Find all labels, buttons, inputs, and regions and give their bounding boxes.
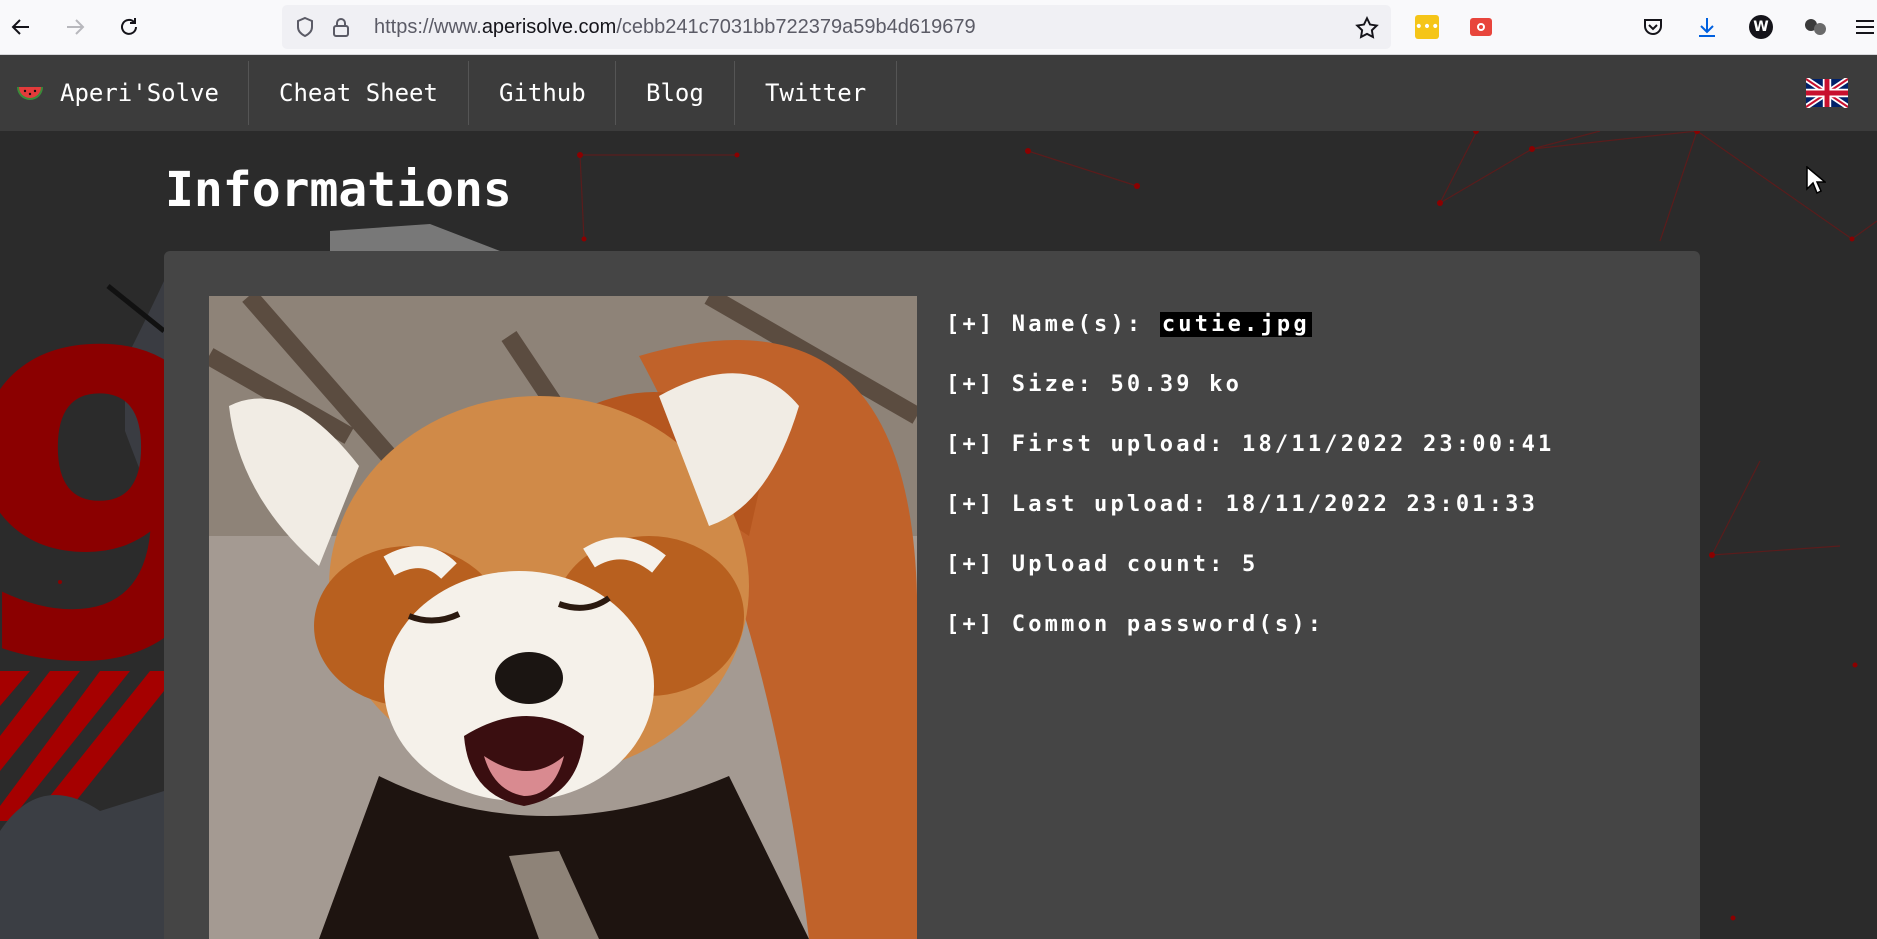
info-upload-count-label: Upload count: (1011, 552, 1226, 577)
forward-button[interactable] (60, 12, 90, 42)
info-prefix: [+] (946, 372, 996, 397)
forward-arrow-icon (67, 19, 85, 35)
nav-divider (896, 61, 897, 125)
nav-link-blog[interactable]: Blog (646, 55, 704, 131)
nav-divider (734, 61, 735, 125)
reload-icon (121, 18, 137, 35)
extension-dots-icon[interactable] (1800, 12, 1830, 42)
brand-name: Aperi'Solve (60, 79, 219, 107)
info-common-password-row: [+] Common password(s): (946, 612, 1324, 637)
menu-icon[interactable] (1850, 12, 1877, 42)
url-text[interactable]: https://www.aperisolve.com/cebb241c7031b… (374, 16, 976, 39)
info-prefix: [+] (946, 432, 996, 457)
uploaded-image-preview (209, 296, 917, 939)
pocket-icon[interactable] (1638, 12, 1668, 42)
download-icon[interactable] (1692, 12, 1722, 42)
info-first-upload-row: [+] First upload: 18/11/2022 23:00:41 (946, 432, 1555, 457)
info-first-upload-value: 18/11/2022 23:00:41 (1242, 432, 1555, 457)
info-name-value: cutie.jpg (1159, 312, 1312, 337)
info-size-value: 50.39 ko (1110, 372, 1243, 397)
info-prefix: [+] (946, 492, 996, 517)
uk-flag-icon (1806, 78, 1848, 108)
info-size-label: Size: (1011, 372, 1095, 397)
url-bar[interactable]: https://www.aperisolve.com/cebb241c7031b… (282, 5, 1391, 49)
info-name-label: Name(s): (1011, 312, 1144, 337)
info-upload-count-value: 5 (1242, 552, 1259, 577)
info-last-upload-row: [+] Last upload: 18/11/2022 23:01:33 (946, 492, 1538, 517)
info-name-row: [+] Name(s): cutie.jpg (946, 312, 1312, 337)
back-button[interactable] (6, 12, 36, 42)
browser-toolbar: https://www.aperisolve.com/cebb241c7031b… (0, 0, 1877, 55)
info-size-row: [+] Size: 50.39 ko (946, 372, 1242, 397)
bookmark-star-icon[interactable] (1354, 15, 1380, 41)
screenshot-camera-icon[interactable] (1466, 12, 1496, 42)
back-arrow-icon (11, 19, 29, 35)
info-prefix: [+] (946, 612, 996, 637)
nav-link-twitter[interactable]: Twitter (765, 55, 866, 131)
info-common-password-label: Common password(s): (1011, 612, 1325, 637)
nav-divider (468, 61, 469, 125)
nav-divider (248, 61, 249, 125)
extension-w-icon[interactable]: W (1746, 12, 1776, 42)
info-prefix: [+] (946, 312, 996, 337)
page-title: Informations (165, 162, 512, 218)
nav-link-cheat-sheet[interactable]: Cheat Sheet (279, 55, 438, 131)
shield-icon[interactable] (293, 15, 317, 39)
reload-button[interactable] (114, 12, 144, 42)
info-first-upload-label: First upload: (1011, 432, 1226, 457)
info-prefix: [+] (946, 552, 996, 577)
info-upload-count-row: [+] Upload count: 5 (946, 552, 1259, 577)
info-last-upload-label: Last upload: (1011, 492, 1210, 517)
red-panda-image (209, 296, 917, 939)
password-manager-icon[interactable]: ••• (1412, 12, 1442, 42)
brand-link[interactable]: Aperi'Solve (14, 55, 219, 131)
lock-icon[interactable] (329, 15, 353, 39)
info-last-upload-value: 18/11/2022 23:01:33 (1225, 492, 1539, 517)
watermelon-logo-icon (17, 87, 43, 100)
nav-divider (615, 61, 616, 125)
nav-link-github[interactable]: Github (499, 55, 586, 131)
site-navbar: Aperi'Solve Cheat Sheet Github Blog Twit… (0, 55, 1877, 131)
mouse-cursor-icon (1806, 166, 1826, 195)
language-selector[interactable] (1806, 55, 1848, 131)
